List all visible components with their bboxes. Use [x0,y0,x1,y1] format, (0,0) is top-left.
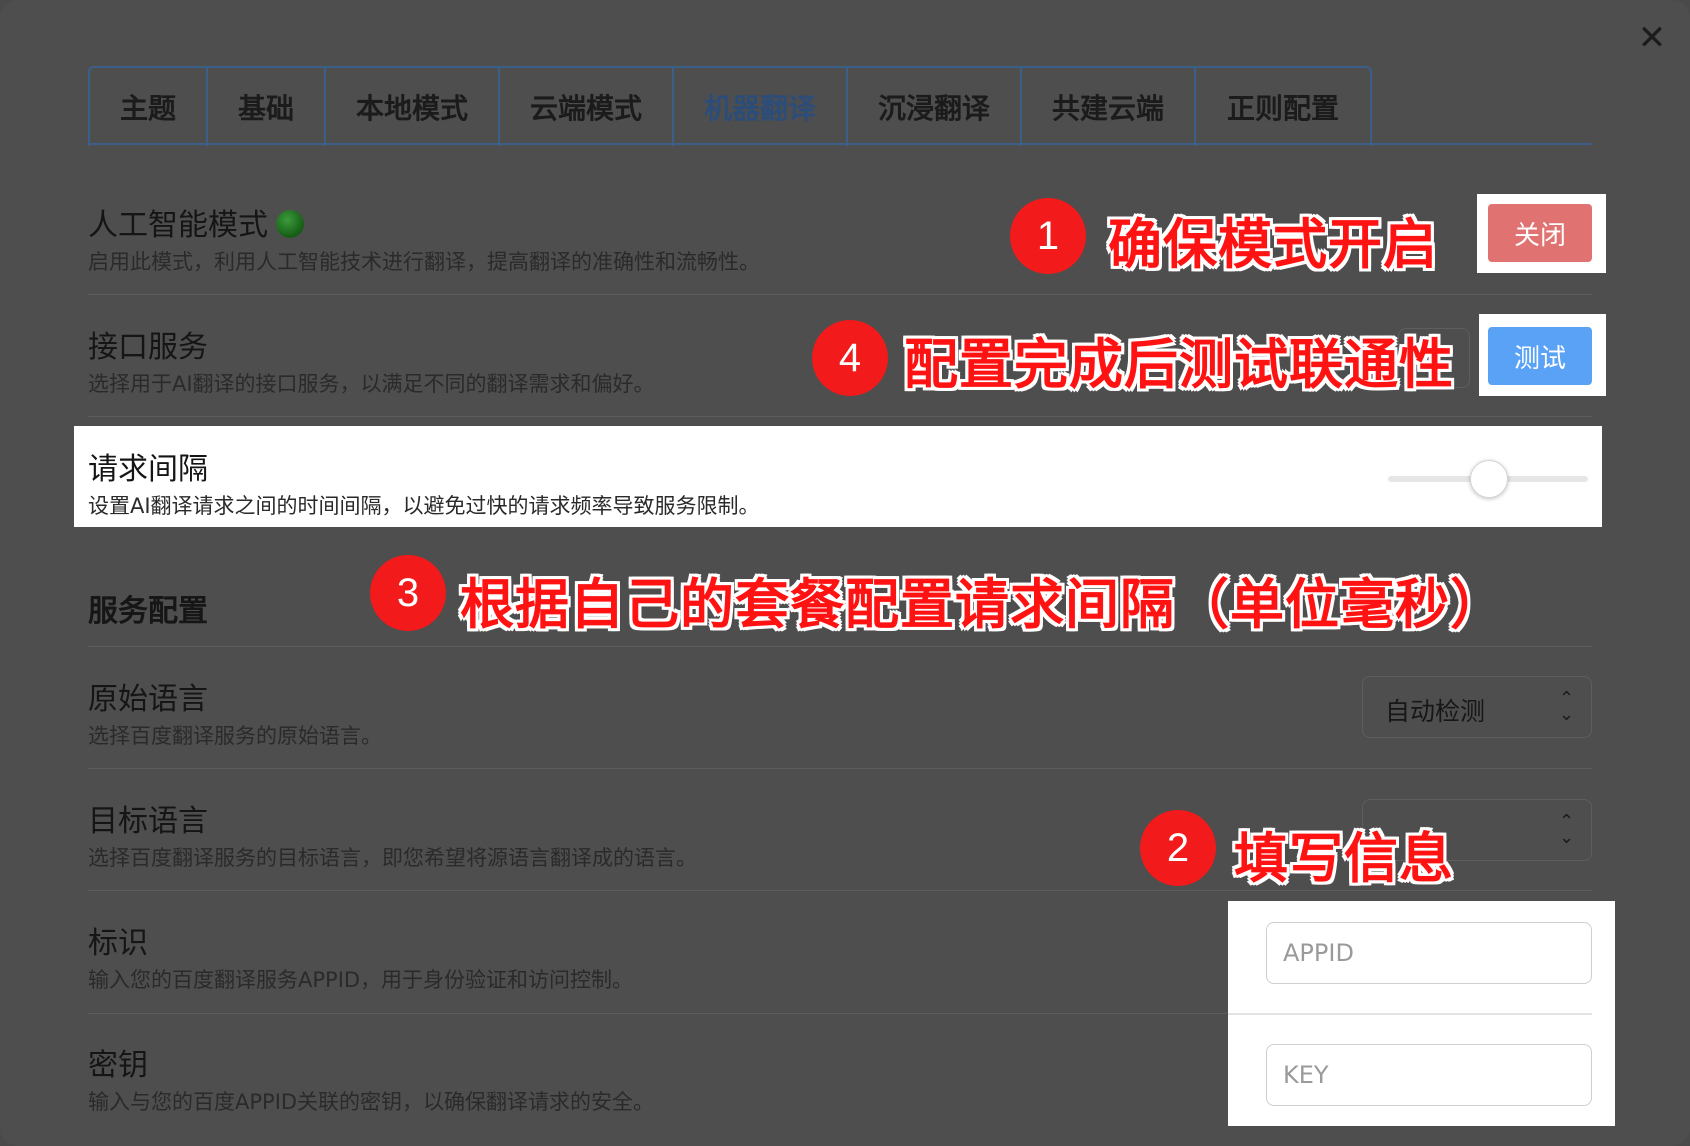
annotation-text-1: 确保模式开启 [1108,213,1438,276]
settings-dialog: ✕ 主题 基础 本地模式 云端模式 机器翻译 沉浸翻译 共建云端 正则配置 人工… [0,0,1690,1146]
request-interval-row: 请求间隔 设置AI翻译请求之间的时间间隔，以避免过快的请求频率导致服务限制。 [88,444,1592,524]
service-config-heading: 服务配置 [88,594,208,629]
source-language-description: 选择百度翻译服务的原始语言。 [88,724,382,748]
divider [1228,1013,1592,1015]
divider [88,646,1592,647]
tab-shared-cloud[interactable]: 共建云端 [1022,68,1196,146]
ai-mode-toggle-button[interactable]: 关闭 [1488,204,1592,262]
ai-mode-title: 人工智能模式 [88,208,268,243]
source-language-select[interactable]: 自动检测 ⌃ ⌄ [1362,676,1592,738]
secret-key-input[interactable] [1266,1044,1592,1106]
test-connection-button[interactable]: 测试 [1488,327,1592,385]
tab-regex-config[interactable]: 正则配置 [1196,68,1370,146]
ai-mode-title-wrap: 人工智能模式 [88,200,304,244]
tab-cloud-mode[interactable]: 云端模式 [500,68,674,146]
tab-basic[interactable]: 基础 [208,68,326,146]
api-service-description: 选择用于AI翻译的接口服务，以满足不同的翻译需求和偏好。 [88,372,655,396]
target-language-description: 选择百度翻译服务的目标语言，即您希望将源语言翻译成的语言。 [88,846,697,870]
chevron-up-down-icon: ⌃ ⌄ [1559,811,1575,848]
request-interval-description: 设置AI翻译请求之间的时间间隔，以避免过快的请求频率导致服务限制。 [88,494,760,518]
secret-key-description: 输入与您的百度APPID关联的密钥，以确保翻译请求的安全。 [88,1090,655,1114]
annotation-text-2: 填写信息 [1234,827,1454,890]
status-indicator-icon [276,210,304,238]
divider [88,768,1592,769]
annotation-text-3: 根据自己的套餐配置请求间隔（单位毫秒） [460,573,1505,636]
divider [88,416,1592,417]
slider-handle[interactable] [1470,460,1508,498]
chevron-up-down-icon: ⌃ ⌄ [1559,688,1575,725]
app-id-title: 标识 [88,926,148,961]
request-interval-title: 请求间隔 [88,452,208,487]
source-language-value: 自动检测 [1385,697,1486,726]
app-id-description: 输入您的百度翻译服务APPID，用于身份验证和访问控制。 [88,968,634,992]
tab-theme[interactable]: 主题 [90,68,208,146]
tab-machine-translation[interactable]: 机器翻译 [674,68,848,146]
annotation-text-4: 配置完成后测试联通性 [904,333,1454,396]
app-id-input[interactable] [1266,922,1592,984]
settings-tabs: 主题 基础 本地模式 云端模式 机器翻译 沉浸翻译 共建云端 正则配置 [88,66,1372,146]
ai-mode-description: 启用此模式，利用人工智能技术进行翻译，提高翻译的准确性和流畅性。 [88,250,760,274]
target-language-title: 目标语言 [88,804,208,839]
divider [88,294,1592,295]
close-icon[interactable]: ✕ [1632,18,1672,58]
annotation-badge-4: 4 [812,320,888,396]
api-service-title: 接口服务 [88,330,208,365]
tab-immersive-translation[interactable]: 沉浸翻译 [848,68,1022,146]
tabs-baseline [88,143,1592,145]
secret-key-title: 密钥 [88,1048,148,1083]
annotation-badge-2: 2 [1140,810,1216,886]
tab-local-mode[interactable]: 本地模式 [326,68,500,146]
annotation-badge-3: 3 [370,555,446,631]
annotation-badge-1: 1 [1010,198,1086,274]
source-language-title: 原始语言 [88,682,208,717]
